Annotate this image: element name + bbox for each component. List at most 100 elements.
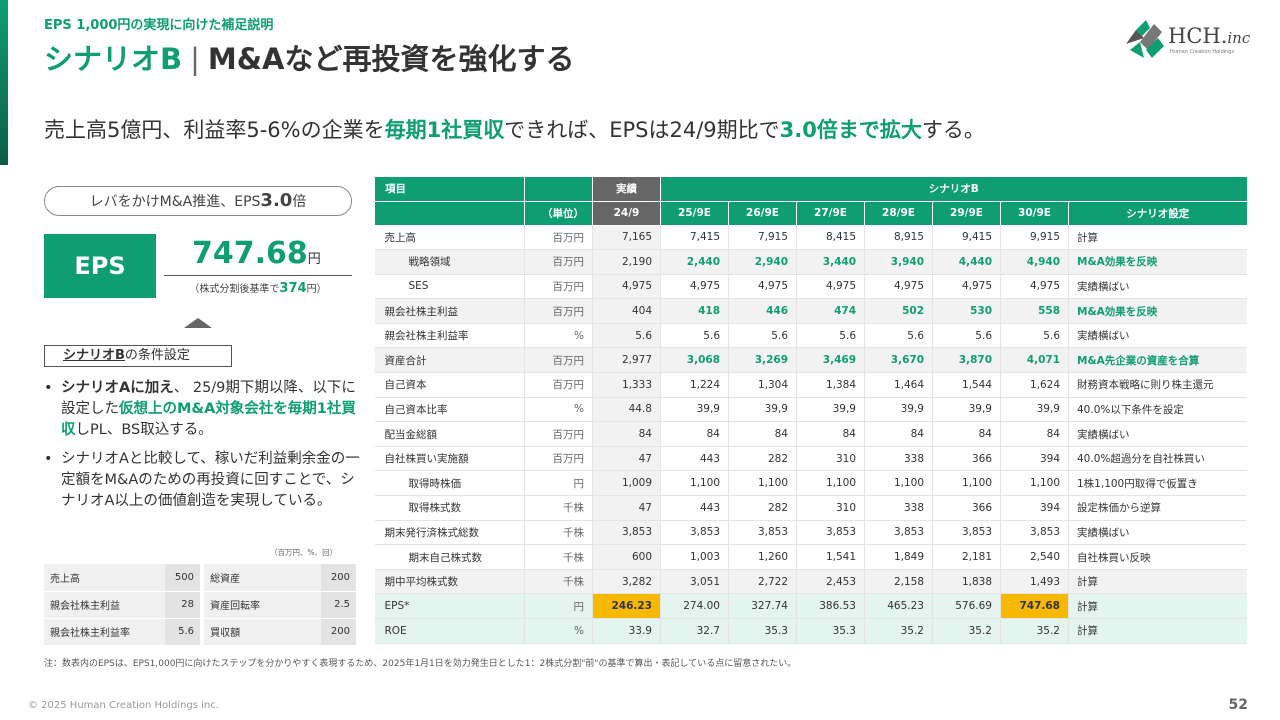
row-item: 売上高	[374, 225, 525, 251]
mini-value: 28	[165, 591, 200, 619]
row-unit: %	[524, 323, 593, 349]
row-value: 1,100	[864, 470, 933, 497]
eps-multiple-pill: レバをかけM&A推進、EPS3.0倍	[44, 186, 352, 216]
period-header: 24/9	[592, 201, 661, 226]
row-value: 35.2	[1000, 618, 1069, 644]
row-value: 366	[932, 495, 1001, 521]
row-value: 5.6	[796, 323, 865, 349]
row-value: 3,068	[660, 347, 729, 374]
row-unit: %	[524, 618, 593, 644]
row-value: 4,975	[592, 274, 661, 300]
row-value: 5.6	[660, 323, 729, 349]
mini-value: 5.6	[165, 618, 200, 646]
row-setting: 実績横ばい	[1067, 520, 1247, 546]
row-value: 2,440	[660, 249, 729, 275]
row-value: 1,100	[728, 470, 797, 497]
row-value: 4,940	[1000, 249, 1069, 275]
row-value: 1,384	[796, 372, 865, 398]
row-value: 1,493	[1000, 569, 1069, 595]
table-row: 自己資本 百万円 1,333 1,224 1,304 1,384 1,464 1,544 1,6…	[374, 372, 1247, 398]
header-unit: （単位）	[524, 201, 593, 226]
row-value: 2,453	[796, 569, 865, 595]
row-value: 8,915	[864, 225, 933, 251]
table-row: 親会社株主利益 百万円 404 418 446 474 502 530 558 M&A効果を反映	[374, 298, 1247, 324]
row-value: 394	[1000, 446, 1069, 472]
row-value: 3,853	[796, 520, 865, 546]
row-value: 502	[864, 298, 933, 324]
row-setting: 計算	[1067, 225, 1247, 251]
triangle-up-icon	[184, 318, 212, 328]
accent-bar	[0, 0, 8, 165]
mini-value: 2.5	[321, 591, 356, 619]
row-value: 338	[864, 495, 933, 521]
row-item: 配当金総額	[374, 421, 525, 447]
row-value: 443	[660, 495, 729, 521]
row-value: 310	[796, 495, 865, 521]
row-value: 84	[796, 421, 865, 447]
row-value: 465.23	[864, 593, 933, 619]
ma-target-table: 売上高 500 総資産 200 親会社株主利益 28 資産回転率 2.5 親会社株主利益率 5.6…	[44, 564, 356, 646]
row-value: 3,870	[932, 347, 1001, 374]
row-value: 3,853	[864, 520, 933, 546]
table-row: 自己資本比率% 44.8 39,9 39,9 39,9 39,9 39,9 39,9 40.0%…	[374, 397, 1247, 423]
row-value: 310	[796, 446, 865, 472]
row-value: 33.9	[592, 618, 661, 644]
condition-label: シナリオBの条件設定	[44, 345, 232, 367]
bullet-item: シナリオAに加え、 25/9期下期以降、以下に設定した仮想上のM&A対象会社を毎…	[44, 378, 364, 441]
row-value: 44.8	[592, 397, 661, 423]
table-row: 配当金総額 百万円 84 84 84 84 84 84 84 実績横ばい	[374, 421, 1247, 447]
row-value: 5.6	[728, 323, 797, 349]
row-value: 3,853	[592, 520, 661, 546]
headline: 売上高5億円、利益率5-6%の企業を毎期1社買収できれば、EPSは24/9期比で…	[44, 118, 985, 142]
period-header: 27/9E	[796, 201, 865, 226]
row-value: 1,333	[592, 372, 661, 398]
header-scenario: シナリオB	[659, 177, 1247, 202]
row-value: 7,915	[728, 225, 797, 251]
row-value: 5.6	[1000, 323, 1069, 349]
row-value: 1,838	[932, 569, 1001, 595]
table-row: 資産合計 百万円 2,977 3,068 3,269 3,469 3,670 3,870 4,0…	[374, 347, 1247, 374]
row-value: 600	[592, 544, 661, 570]
row-value: 338	[864, 446, 933, 472]
table-row: 戦略領域 百万円 2,190 2,440 2,940 3,440 3,940 4,440 4,9…	[374, 249, 1247, 275]
row-setting: M&A先企業の資産を合算	[1067, 347, 1247, 374]
row-value: 274.00	[660, 593, 729, 619]
row-value: 39,9	[864, 397, 933, 423]
company-logo: HCH.inc Human Creation Holdings	[1124, 20, 1264, 60]
period-header: 26/9E	[728, 201, 797, 226]
row-unit: 百万円	[524, 347, 593, 374]
row-value: 5.6	[932, 323, 1001, 349]
row-value: 366	[932, 446, 1001, 472]
row-value: 2,722	[728, 569, 797, 595]
eps-split-note: （株式分割後基準で374円）	[189, 281, 327, 296]
row-unit: 千株	[524, 495, 593, 521]
row-setting: 自社株買い反映	[1067, 544, 1247, 570]
row-value: 282	[728, 446, 797, 472]
row-setting: 1株1,100円取得で仮置き	[1067, 470, 1247, 497]
row-value: 246.23	[592, 593, 661, 619]
table-row: SES 百万円 4,975 4,975 4,975 4,975 4,975 4,975 4,97…	[374, 274, 1247, 300]
row-value: 3,853	[660, 520, 729, 546]
row-setting: 計算	[1067, 569, 1247, 595]
row-item: 戦略領域	[374, 249, 525, 275]
row-value: 7,415	[660, 225, 729, 251]
row-value: 1,009	[592, 470, 661, 497]
mini-row: 親会社株主利益 28 資産回転率 2.5	[44, 591, 356, 619]
row-value: 1,624	[1000, 372, 1069, 398]
row-value: 747.68	[1000, 593, 1069, 619]
row-value: 3,853	[728, 520, 797, 546]
row-value: 1,260	[728, 544, 797, 570]
row-value: 3,940	[864, 249, 933, 275]
row-value: 5.6	[864, 323, 933, 349]
row-value: 47	[592, 446, 661, 472]
row-value: 3,440	[796, 249, 865, 275]
row-value: 418	[660, 298, 729, 324]
mini-key: 資産回転率	[204, 591, 322, 619]
table-row: 期中平均株式数 千株 3,282 3,051 2,722 2,453 2,158 1,838 1…	[374, 569, 1247, 595]
row-value: 386.53	[796, 593, 865, 619]
row-value: 35.3	[796, 618, 865, 644]
row-setting: M&A効果を反映	[1067, 249, 1247, 275]
table-row: 自社株買い実施額 百万円 47 443 282 310 338 366 394 40.0%超過分を…	[374, 446, 1247, 472]
header-blank	[374, 201, 525, 226]
row-unit: 千株	[524, 569, 593, 595]
